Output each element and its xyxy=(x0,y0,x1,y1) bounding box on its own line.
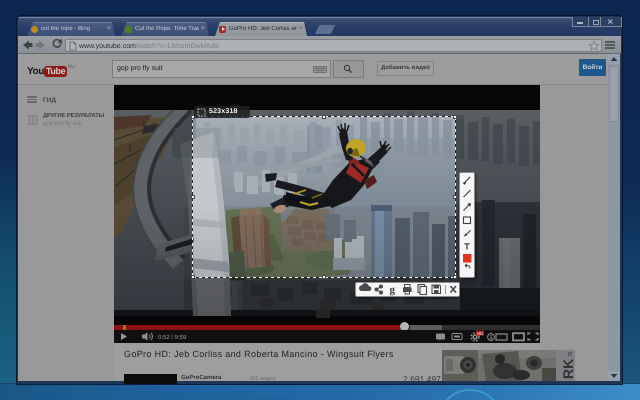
svg-text:0:52 / 9:59: 0:52 / 9:59 xyxy=(158,334,187,341)
svg-text:g: g xyxy=(390,284,396,296)
svg-text:HD: HD xyxy=(477,331,483,336)
svg-text:RK: RK xyxy=(560,359,575,379)
svg-text:T: T xyxy=(464,242,470,252)
